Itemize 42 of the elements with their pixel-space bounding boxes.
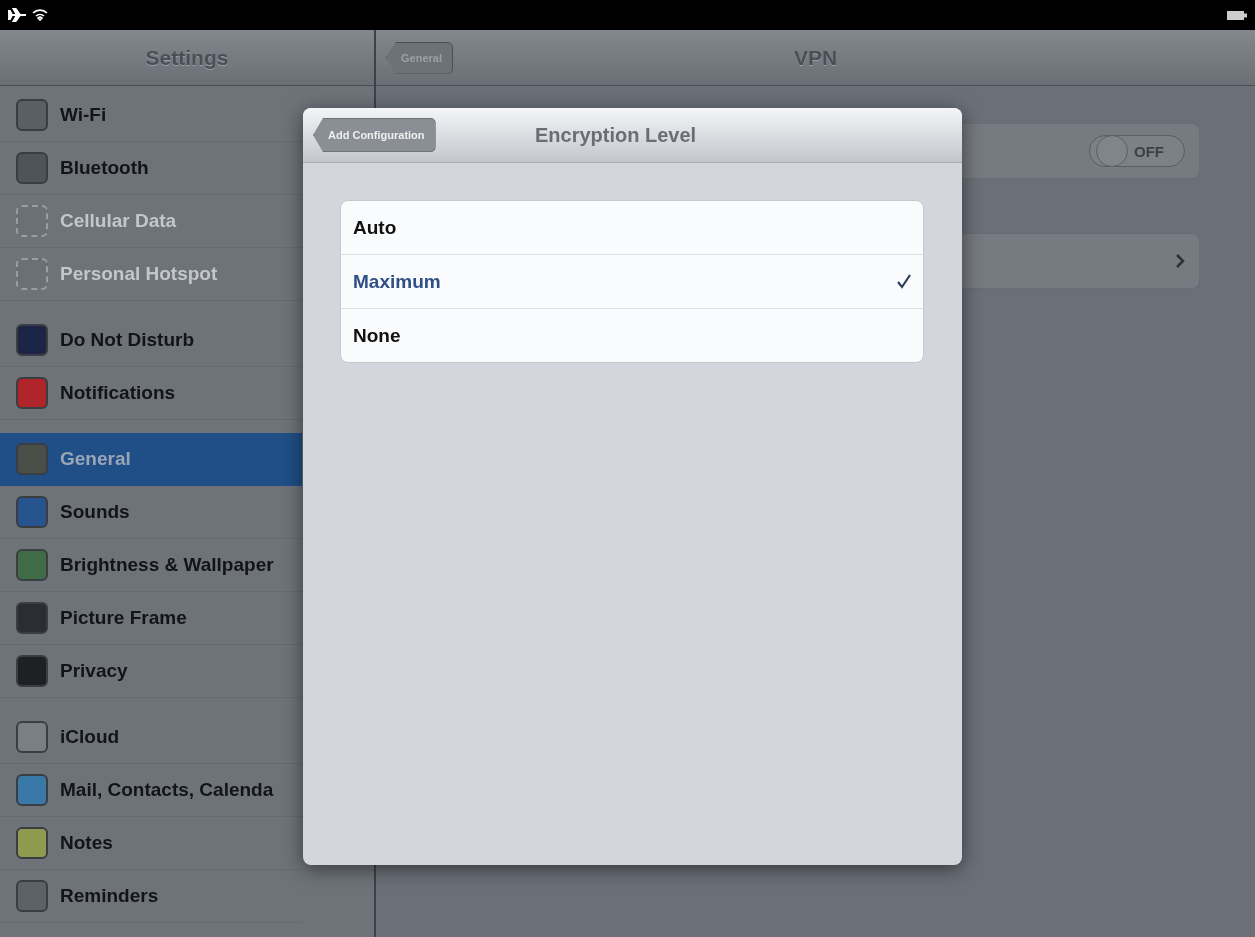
- settings-item[interactable]: Notes: [0, 817, 302, 870]
- settings-label: Picture Frame: [60, 607, 187, 629]
- settings-label: Cellular Data: [60, 210, 177, 232]
- settings-label: Wi-Fi: [60, 104, 107, 126]
- option-row[interactable]: None: [341, 308, 923, 362]
- settings-label: Sounds: [60, 501, 130, 523]
- option-row[interactable]: Auto: [341, 201, 923, 254]
- settings-item[interactable]: General: [0, 433, 302, 486]
- airplane-icon: [8, 8, 26, 22]
- settings-item[interactable]: Reminders: [0, 870, 302, 923]
- settings-label: Mail, Contacts, Calenda: [60, 779, 274, 801]
- settings-label: Bluetooth: [60, 157, 149, 179]
- settings-item[interactable]: Mail, Contacts, Calenda: [0, 764, 302, 817]
- option-label: Maximum: [353, 270, 441, 293]
- popover-title: Encryption Level: [535, 123, 697, 147]
- wifi-icon: [32, 9, 48, 21]
- battery-icon: [1227, 10, 1247, 20]
- back-button[interactable]: Add Configuration: [313, 118, 436, 152]
- settings-item[interactable]: iCloud: [0, 711, 302, 764]
- option-row[interactable]: Maximum: [341, 254, 923, 308]
- settings-item[interactable]: Brightness & Wallpaper: [0, 539, 302, 592]
- settings-label: Privacy: [60, 660, 128, 682]
- settings-item[interactable]: Do Not Disturb: [0, 314, 302, 367]
- settings-item[interactable]: Sounds: [0, 486, 302, 539]
- chevron-icon: [1176, 254, 1185, 268]
- settings-label: General: [60, 448, 131, 470]
- settings-label: iCloud: [60, 726, 120, 748]
- option-label: None: [353, 324, 401, 347]
- checkmark-icon: [896, 274, 911, 289]
- settings-item[interactable]: Picture Frame: [0, 592, 302, 645]
- toggle-switch[interactable]: OFF: [1089, 135, 1185, 167]
- settings-label: Notes: [60, 832, 113, 854]
- settings-label: Personal Hotspot: [60, 263, 218, 285]
- settings-item[interactable]: Wi-Fi: [0, 89, 302, 142]
- settings-item[interactable]: Bluetooth: [0, 142, 302, 195]
- settings-label: Do Not Disturb: [60, 329, 195, 351]
- settings-label: Notifications: [60, 382, 176, 404]
- settings-item[interactable]: Notifications: [0, 367, 302, 420]
- settings-label: Brightness & Wallpaper: [60, 554, 274, 576]
- settings-item[interactable]: Privacy: [0, 645, 302, 698]
- option-label: Auto: [353, 216, 397, 239]
- settings-label: Reminders: [60, 885, 159, 907]
